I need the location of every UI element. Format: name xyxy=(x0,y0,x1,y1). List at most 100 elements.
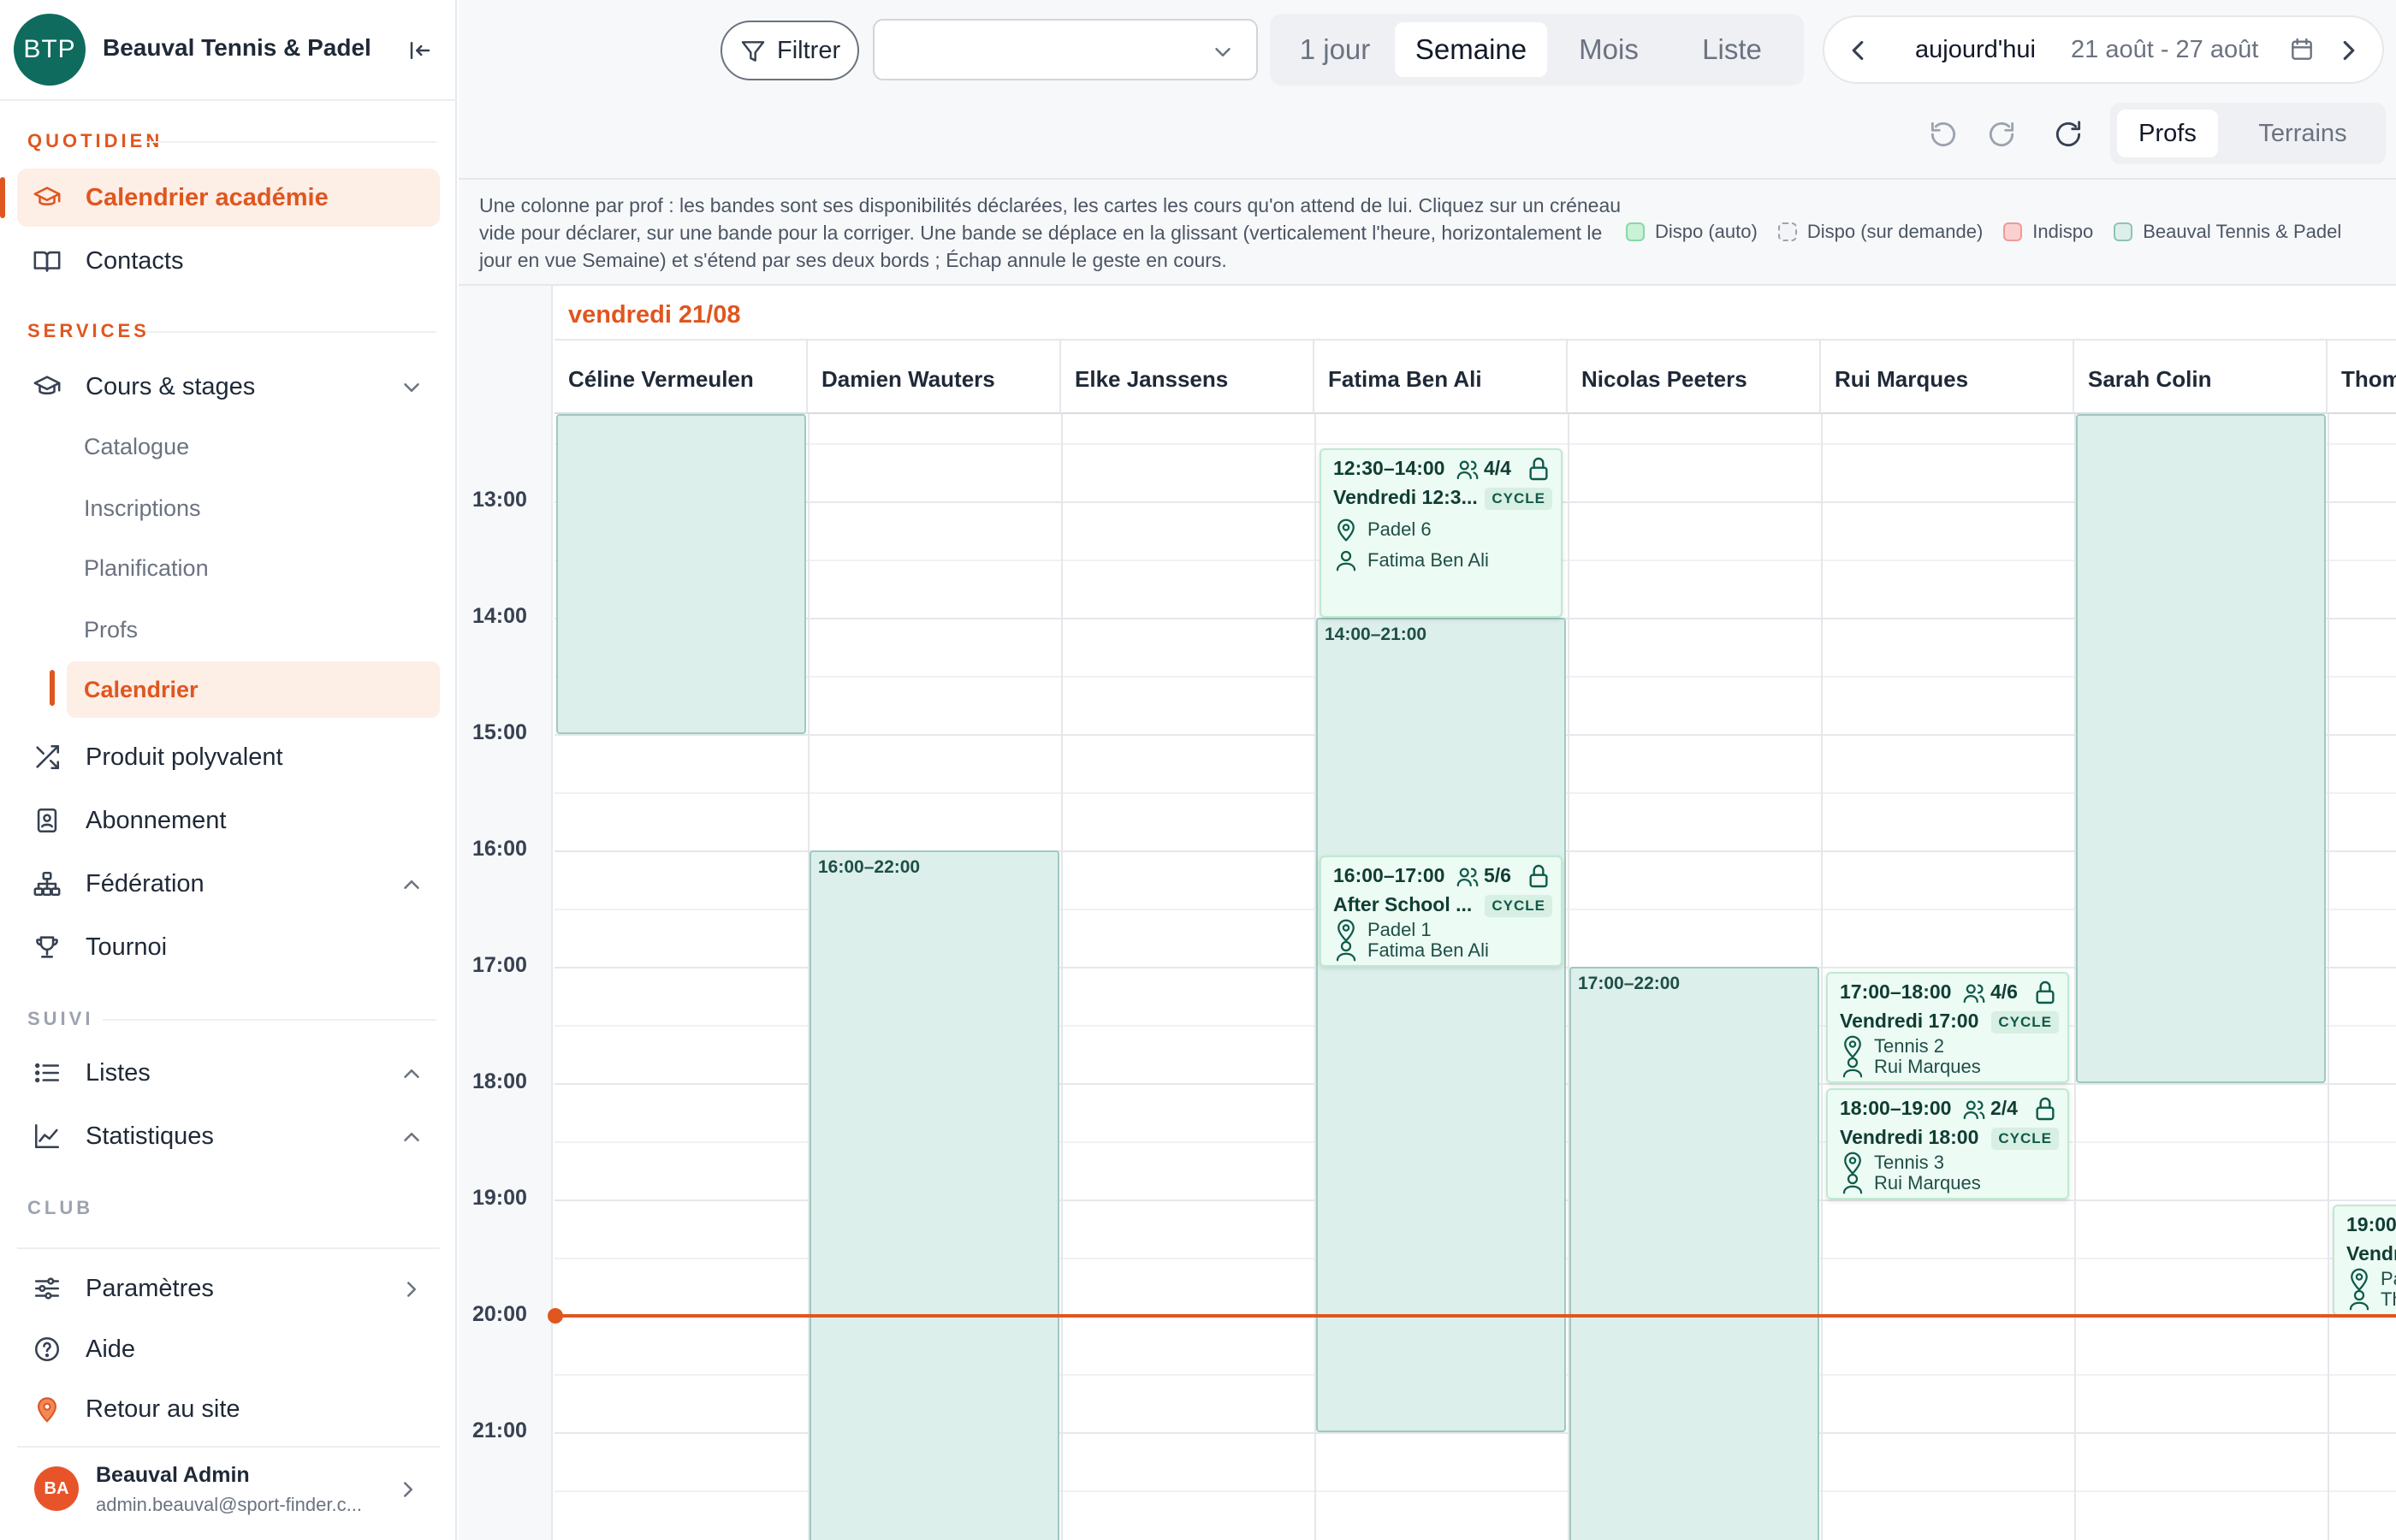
nav-tournoi[interactable]: Tournoi xyxy=(17,918,440,976)
nav-listes[interactable]: Listes xyxy=(17,1044,440,1102)
resource-select[interactable] xyxy=(873,19,1258,80)
refresh-icon[interactable] xyxy=(2052,118,2085,151)
chevron-left-icon[interactable] xyxy=(1841,34,1874,67)
nav-sub-calendrier[interactable]: Calendrier xyxy=(67,661,440,718)
availability-band[interactable]: 14:00–21:00 xyxy=(1316,618,1566,1432)
resource-name: Damien Wauters xyxy=(821,366,995,392)
view-tab-jour[interactable]: 1 jour xyxy=(1278,22,1391,77)
legend-label: Dispo (auto) xyxy=(1655,221,1758,242)
legend-swatch xyxy=(1626,222,1645,241)
view-tab-liste[interactable]: Liste xyxy=(1669,22,1795,77)
legend-label: Beauval Tennis & Padel xyxy=(2143,221,2342,242)
nav-contacts[interactable]: Contacts xyxy=(17,232,440,290)
day-header: vendredi 21/08 xyxy=(555,286,2396,341)
lesson-capacity: 2/4 xyxy=(1990,1097,2018,1119)
nav-statistiques[interactable]: Statistiques xyxy=(17,1107,440,1165)
nav-sub-inscriptions[interactable]: Inscriptions xyxy=(67,480,440,536)
lock-icon xyxy=(1529,457,1548,481)
legend-swatch xyxy=(2003,222,2023,241)
collapse-sidebar-button[interactable] xyxy=(402,33,438,68)
sliders-icon xyxy=(34,1277,60,1300)
today-button[interactable]: aujourd'hui xyxy=(1915,36,2036,64)
trophy-icon xyxy=(36,936,58,958)
nav-aide[interactable]: Aide xyxy=(17,1320,440,1378)
undo-icon[interactable] xyxy=(1927,118,1960,151)
mode-tab-terrains[interactable]: Terrains xyxy=(2227,110,2379,157)
chevron-right-icon[interactable] xyxy=(2333,34,2365,67)
time-gutter xyxy=(459,286,553,1540)
resource-header[interactable]: Nicolas Peeters xyxy=(1568,341,1821,414)
legend-item-club: Beauval Tennis & Padel xyxy=(2114,221,2341,243)
resource-header[interactable]: Damien Wauters xyxy=(808,341,1061,414)
filter-label: Filtrer xyxy=(777,36,841,64)
availability-band[interactable]: 17:00–22:00 xyxy=(1569,967,1819,1540)
coach-name: Rui Marques xyxy=(1874,1172,1981,1194)
view-tab-semaine[interactable]: Semaine xyxy=(1395,22,1547,77)
redo-icon[interactable] xyxy=(1985,118,2018,151)
filter-button[interactable]: Filtrer xyxy=(721,21,859,80)
lesson-time: 18:00–19:00 xyxy=(1840,1097,1952,1119)
nav-label: Cours & stages xyxy=(86,372,256,400)
availability-band[interactable]: 16:00–22:00 xyxy=(810,850,1059,1540)
help-circle-icon xyxy=(34,1336,60,1362)
legend-label: Dispo (sur demande) xyxy=(1806,221,1984,242)
nav-calendrier-academie[interactable]: Calendrier académie xyxy=(17,169,440,227)
mode-tab-profs[interactable]: Profs xyxy=(2117,110,2218,157)
calendar-toolbar: Filtrer 1 jour Semaine Mois Liste aujour… xyxy=(459,0,2396,180)
nav-produit-polyvalent[interactable]: Produit polyvalent xyxy=(17,728,440,786)
time-label: 17:00 xyxy=(472,953,527,977)
resource-header[interactable]: Céline Vermeulen xyxy=(555,341,808,414)
brand-logo[interactable]: BTP xyxy=(14,14,86,86)
nav-label: Statistiques xyxy=(86,1122,214,1150)
band-time-label: 17:00–22:00 xyxy=(1578,974,1681,993)
availability-band[interactable] xyxy=(556,414,806,734)
calendar-icon[interactable] xyxy=(2288,36,2316,63)
chevron-down-icon xyxy=(1215,48,1231,56)
lesson-card[interactable]: 12:30–14:00 4/4 Vendredi 12:3... CYCLE Padel… xyxy=(1320,448,1563,618)
cycle-badge: CYCLE xyxy=(1991,1011,2059,1034)
group-icon xyxy=(1456,460,1479,480)
nav-sub-catalogue[interactable]: Catalogue xyxy=(67,418,440,475)
chevron-right-icon[interactable] xyxy=(395,1477,421,1502)
resource-name: Céline Vermeulen xyxy=(568,366,754,392)
view-tab-mois[interactable]: Mois xyxy=(1552,22,1665,77)
section-label-club: CLUB xyxy=(27,1197,94,1218)
resource-name: Nicolas Peeters xyxy=(1581,366,1747,392)
nav-abonnement[interactable]: Abonnement xyxy=(17,791,440,850)
lesson-card[interactable]: 16:00–17:00 5/6 After School ... CYCLE Padel… xyxy=(1320,856,1563,967)
lock-icon xyxy=(1529,864,1548,888)
nav-cours-stages[interactable]: Cours & stages xyxy=(17,358,440,416)
availability-band[interactable] xyxy=(2076,414,2326,1083)
nav-parametres[interactable]: Paramètres xyxy=(17,1259,440,1318)
legend-swatch xyxy=(2114,222,2133,241)
resource-header[interactable]: Elke Janssens xyxy=(1061,341,1314,414)
time-grid[interactable]: 14:00–21:00 16:00–22:00 17:00–22:00 12:30–1… xyxy=(548,414,2396,1540)
lesson-coach: Fatima Ben Ali xyxy=(1333,938,1489,963)
current-time-dot xyxy=(548,1308,563,1324)
nav-federation[interactable]: Fédération xyxy=(17,855,440,913)
nav-sub-planification[interactable]: Planification xyxy=(67,540,440,596)
lesson-card[interactable]: 18:00–19:00 2/4 Vendredi 18:00 CYCLE Tennis … xyxy=(1826,1088,2069,1199)
date-range[interactable]: 21 août - 27 août xyxy=(2071,36,2258,64)
lesson-card[interactable]: 17:00–18:00 4/6 Vendredi 17:00 CYCLE Tennis … xyxy=(1826,972,2069,1083)
resource-header[interactable]: Sarah Colin xyxy=(2074,341,2328,414)
nav-retour-site[interactable]: Retour au site xyxy=(17,1380,440,1438)
legend-item-dispo-demande: Dispo (sur demande) xyxy=(1777,221,1984,243)
column-line xyxy=(1821,414,1823,1540)
user-email: admin.beauval@sport-finder.c... xyxy=(96,1494,362,1515)
time-label: 13:00 xyxy=(472,488,527,512)
lesson-card[interactable]: 19:00–20:00Vendredi 19:00PadelThom xyxy=(2333,1205,2396,1316)
time-label: 21:00 xyxy=(472,1419,527,1442)
info-text: Une colonne par prof : les bandes sont s… xyxy=(479,194,1622,271)
resource-header[interactable]: Thom xyxy=(2328,341,2396,414)
resource-name: Sarah Colin xyxy=(2088,366,2212,392)
user-icon xyxy=(2349,1289,2369,1311)
resource-header[interactable]: Fatima Ben Ali xyxy=(1314,341,1568,414)
current-time-line xyxy=(555,1314,2396,1318)
lesson-time: 17:00–18:00 xyxy=(1840,980,1952,1003)
nav-label: Catalogue xyxy=(84,433,190,459)
user-avatar[interactable]: BA xyxy=(34,1466,79,1511)
nav-sub-profs[interactable]: Profs xyxy=(67,601,440,658)
resource-header[interactable]: Rui Marques xyxy=(1821,341,2074,414)
calendar-grid: vendredi 21/08 Céline Vermeulen Damien Wa… xyxy=(459,286,2396,1540)
